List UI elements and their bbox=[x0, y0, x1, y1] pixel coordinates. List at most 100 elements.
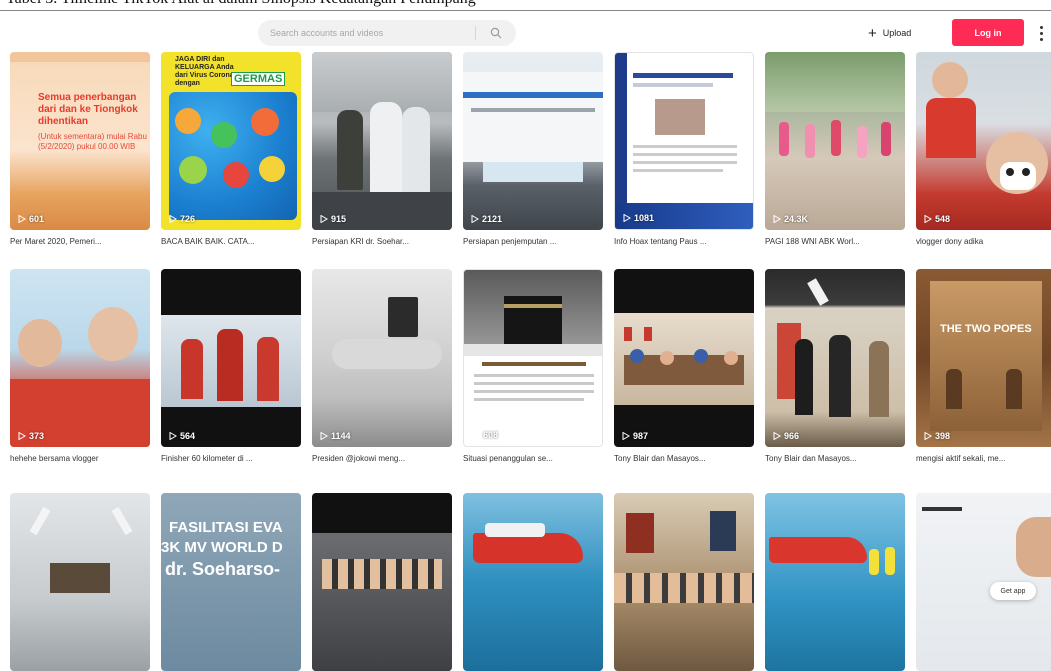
play-icon bbox=[471, 215, 479, 223]
video-card[interactable]: THE TWO POPES 398 mengisi aktif sekali, … bbox=[916, 269, 1051, 463]
video-card[interactable]: 1144 Presiden @jokowi meng... bbox=[312, 269, 452, 463]
video-card[interactable] bbox=[614, 493, 754, 671]
caption-strip: Tabel 3. Timeline TikTok Alat ai dalam S… bbox=[0, 0, 1051, 10]
video-description[interactable]: Persiapan penjemputan ... bbox=[463, 237, 603, 246]
video-thumbnail[interactable]: 2121 bbox=[463, 52, 603, 230]
thumbnail-headline-3: dr. Soeharso- bbox=[165, 559, 281, 579]
video-card[interactable] bbox=[463, 493, 603, 671]
video-description[interactable]: Persiapan KRI dr. Soehar... bbox=[312, 237, 452, 246]
play-icon bbox=[924, 215, 932, 223]
search-box[interactable] bbox=[258, 20, 516, 46]
video-description[interactable]: BACA BAIK BAIK. CATA... bbox=[161, 237, 301, 246]
video-thumbnail[interactable] bbox=[765, 493, 905, 671]
video-thumbnail[interactable]: JAGA DIRI dan KELUARGA Anda dari Virus C… bbox=[161, 52, 301, 230]
thumbnail-headline: Semua penerbangan dari dan ke Tiongkok d… bbox=[38, 92, 138, 127]
video-description[interactable]: Presiden @jokowi meng... bbox=[312, 454, 452, 463]
video-card[interactable] bbox=[312, 493, 452, 671]
caption-text: Tabel 3. Timeline TikTok Alat ai dalam S… bbox=[6, 0, 476, 8]
video-thumbnail[interactable]: 564 bbox=[161, 269, 301, 447]
thumbnail-headline: THE TWO POPES bbox=[940, 323, 1032, 335]
video-thumbnail[interactable]: 373 bbox=[10, 269, 150, 447]
video-description[interactable]: Tony Blair dan Masayos... bbox=[614, 454, 754, 463]
view-count: 1081 bbox=[623, 213, 654, 223]
play-icon bbox=[472, 431, 480, 439]
thumbnail-brand: GERMAS bbox=[231, 72, 286, 86]
video-card[interactable]: 987 Tony Blair dan Masayos... bbox=[614, 269, 754, 463]
video-thumbnail[interactable]: 1081 bbox=[614, 52, 754, 230]
video-thumbnail[interactable]: FASILITASI EVA 3K MV WORLD D dr. Soehars… bbox=[161, 493, 301, 671]
video-thumbnail[interactable]: 1144 bbox=[312, 269, 452, 447]
search-input[interactable] bbox=[258, 28, 475, 38]
video-description[interactable]: Finisher 60 kilometer di ... bbox=[161, 454, 301, 463]
video-thumbnail[interactable]: 608 bbox=[463, 269, 603, 447]
video-thumbnail[interactable]: 987 bbox=[614, 269, 754, 447]
view-count: 1144 bbox=[320, 431, 351, 441]
get-app-button[interactable]: Get app bbox=[990, 582, 1036, 600]
video-thumbnail[interactable]: THE TWO POPES 398 bbox=[916, 269, 1051, 447]
view-count: 24.3K bbox=[773, 214, 808, 224]
play-icon bbox=[773, 215, 781, 223]
play-icon bbox=[320, 215, 328, 223]
view-count: 915 bbox=[320, 214, 346, 224]
video-thumbnail[interactable]: 966 bbox=[765, 269, 905, 447]
video-card[interactable]: Semua penerbangan dari dan ke Tiongkok d… bbox=[10, 52, 150, 246]
video-thumbnail[interactable] bbox=[463, 493, 603, 671]
search-icon[interactable] bbox=[476, 20, 516, 46]
play-icon bbox=[924, 432, 932, 440]
thumbnail-headline-1: FASILITASI EVA bbox=[169, 519, 283, 536]
upload-label: Upload bbox=[882, 28, 912, 38]
more-vertical-icon[interactable] bbox=[1036, 23, 1046, 43]
video-thumbnail[interactable]: 548 bbox=[916, 52, 1051, 230]
video-card[interactable] bbox=[10, 493, 150, 671]
play-icon bbox=[623, 214, 631, 222]
video-description[interactable]: Tony Blair dan Masayos... bbox=[765, 454, 905, 463]
video-description[interactable]: Per Maret 2020, Pemeri... bbox=[10, 237, 150, 246]
video-thumbnail[interactable]: 915 bbox=[312, 52, 452, 230]
video-card[interactable]: 548 vlogger dony adika bbox=[916, 52, 1051, 246]
video-card[interactable]: 966 Tony Blair dan Masayos... bbox=[765, 269, 905, 463]
video-description[interactable]: Info Hoax tentang Paus ... bbox=[614, 237, 754, 246]
play-icon bbox=[169, 432, 177, 440]
video-card[interactable]: 373 hehehe bersama vlogger bbox=[10, 269, 150, 463]
video-thumbnail[interactable] bbox=[614, 493, 754, 671]
video-description[interactable]: vlogger dony adika bbox=[916, 237, 1051, 246]
play-icon bbox=[773, 432, 781, 440]
video-card[interactable]: 608 Situasi penanggulan se... bbox=[463, 269, 603, 463]
play-icon bbox=[169, 215, 177, 223]
video-thumbnail[interactable] bbox=[10, 493, 150, 671]
video-description[interactable]: PAGI 188 WNI ABK Worl... bbox=[765, 237, 905, 246]
login-button[interactable]: Log in bbox=[952, 19, 1024, 46]
video-card[interactable]: FASILITASI EVA 3K MV WORLD D dr. Soehars… bbox=[161, 493, 301, 671]
video-description[interactable]: hehehe bersama vlogger bbox=[10, 454, 150, 463]
upload-button[interactable]: + Upload bbox=[868, 21, 911, 45]
video-card[interactable]: 2121 Persiapan penjemputan ... bbox=[463, 52, 603, 246]
play-icon bbox=[320, 432, 328, 440]
video-card[interactable]: 1081 Info Hoax tentang Paus ... bbox=[614, 52, 754, 246]
video-card[interactable]: 564 Finisher 60 kilometer di ... bbox=[161, 269, 301, 463]
video-thumbnail[interactable] bbox=[312, 493, 452, 671]
view-count: 2121 bbox=[471, 214, 502, 224]
view-count: 564 bbox=[169, 431, 195, 441]
play-icon bbox=[622, 432, 630, 440]
view-count: 966 bbox=[773, 431, 799, 441]
view-count: 548 bbox=[924, 214, 950, 224]
view-count: 987 bbox=[622, 431, 648, 441]
play-icon bbox=[18, 432, 26, 440]
view-count: 373 bbox=[18, 431, 44, 441]
play-icon bbox=[18, 215, 26, 223]
view-count: 726 bbox=[169, 214, 195, 224]
video-description[interactable]: mengisi aktif sekali, me... bbox=[916, 454, 1051, 463]
view-count: 601 bbox=[18, 214, 44, 224]
top-navigation-bar: + Upload Log in bbox=[0, 10, 1051, 52]
video-thumbnail[interactable]: 24.3K bbox=[765, 52, 905, 230]
plus-icon: + bbox=[868, 24, 877, 42]
video-thumbnail[interactable]: Semua penerbangan dari dan ke Tiongkok d… bbox=[10, 52, 150, 230]
video-card[interactable] bbox=[765, 493, 905, 671]
thumbnail-headline-2: 3K MV WORLD D bbox=[161, 539, 283, 556]
view-count: 608 bbox=[472, 430, 498, 440]
view-count: 398 bbox=[924, 431, 950, 441]
video-card[interactable]: JAGA DIRI dan KELUARGA Anda dari Virus C… bbox=[161, 52, 301, 246]
video-card[interactable]: 915 Persiapan KRI dr. Soehar... bbox=[312, 52, 452, 246]
video-card[interactable]: 24.3K PAGI 188 WNI ABK Worl... bbox=[765, 52, 905, 246]
video-description[interactable]: Situasi penanggulan se... bbox=[463, 454, 603, 463]
